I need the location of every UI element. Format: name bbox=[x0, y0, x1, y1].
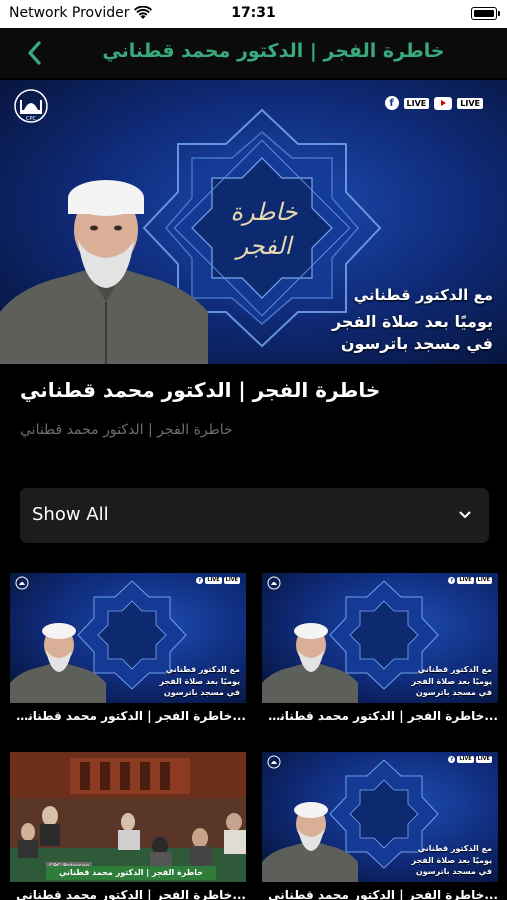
mosque-logo-icon bbox=[15, 576, 29, 590]
back-chevron-icon[interactable] bbox=[20, 36, 50, 70]
facebook-icon: f bbox=[384, 96, 399, 110]
calligraphy-line-2: الفجر bbox=[234, 232, 294, 260]
thumb-caption-3: في مسجد باترسون bbox=[163, 688, 240, 697]
mosque-logo-icon: CPC bbox=[14, 89, 48, 123]
nav-title: خاطرة الفجر | الدكتور محمد قطناني bbox=[102, 40, 445, 62]
thumb-caption-2: يوميًا بعد صلاة الفجر bbox=[159, 677, 240, 686]
youtube-icon bbox=[434, 96, 453, 110]
hero-caption-2: يوميًا بعد صلاة الفجر bbox=[331, 312, 493, 331]
filter-dropdown[interactable]: Show All bbox=[20, 488, 489, 543]
video-grid-item[interactable]: f LIVE LIVE مع الدكتور قطناني يوميًا بعد… bbox=[262, 752, 498, 900]
youtube-live-badge: LIVE bbox=[223, 577, 240, 584]
video-subtitle: خاطرة الفجر | الدكتور محمد قطناني bbox=[20, 422, 233, 438]
mosque-logo-icon bbox=[267, 576, 281, 590]
hero-caption-1: مع الدكتور قطناني bbox=[353, 286, 493, 304]
calligraphy-line-1: خاطرة bbox=[230, 198, 297, 226]
facebook-live-badge: LIVE bbox=[205, 577, 222, 584]
facebook-icon: f bbox=[448, 577, 456, 584]
video-thumbnail[interactable]: f LIVE LIVE مع الدكتور قطناني يوميًا بعد… bbox=[262, 573, 498, 703]
thumb-caption-3: في مسجد باترسون bbox=[415, 867, 492, 876]
overlay-title-bar: خاطرة الفجر | الدكتور محمد قطناني bbox=[46, 866, 216, 880]
video-title: خاطرة الفجر | الدكتور محمد قطناني bbox=[20, 378, 381, 402]
video-item-title: ...خاطرة الفجر | الدكتور محمد قطناني bbox=[268, 888, 498, 900]
facebook-icon: f bbox=[448, 756, 456, 763]
video-item-title: ...خاطرة الفجر | الدكتور محمد قطناني | ا bbox=[262, 709, 498, 723]
live-badges: f LIVE LIVE bbox=[448, 577, 492, 584]
live-badges: f LIVE LIVE bbox=[448, 756, 492, 763]
mosque-logo-icon bbox=[267, 755, 281, 769]
video-grid-item[interactable]: f LIVE LIVE مع الدكتور قطناني يوميًا بعد… bbox=[262, 573, 498, 723]
thumb-caption-2: يوميًا بعد صلاة الفجر bbox=[411, 677, 492, 686]
facebook-icon: f bbox=[196, 577, 204, 584]
facebook-live-badge: LIVE bbox=[457, 756, 474, 763]
youtube-live-badge: LIVE bbox=[475, 577, 492, 584]
video-item-title: ...خاطرة الفجر | الدكتور محمد قطناني | ا bbox=[10, 709, 246, 723]
status-bar: Network Provider 17:31 bbox=[0, 0, 507, 28]
video-item-title: ...خاطرة الفجر | الدكتور محمد قطناني bbox=[16, 888, 246, 900]
live-badges: f LIVE LIVE bbox=[384, 96, 483, 110]
calligraphy-title: خاطرة الفجر bbox=[230, 198, 297, 260]
youtube-live-badge: LIVE bbox=[457, 97, 483, 109]
thumb-caption-2: يوميًا بعد صلاة الفجر bbox=[411, 856, 492, 865]
facebook-live-badge: LIVE bbox=[403, 97, 430, 109]
battery-icon bbox=[471, 7, 500, 20]
video-thumbnail[interactable]: CPC-Paterson خاطرة الفجر | الدكتور محمد … bbox=[10, 752, 246, 882]
thumb-caption-1: مع الدكتور قطناني bbox=[165, 665, 240, 674]
chevron-down-icon bbox=[459, 511, 471, 518]
mosque-scene-overlay: CPC-Paterson خاطرة الفجر | الدكتور محمد … bbox=[10, 752, 246, 882]
filter-selected-value: Show All bbox=[32, 504, 109, 525]
thumb-caption-3: في مسجد باترسون bbox=[415, 688, 492, 697]
video-grid-item[interactable]: f LIVE LIVE مع الدكتور قطناني يوميًا بعد… bbox=[10, 573, 246, 723]
thumb-caption-1: مع الدكتور قطناني bbox=[417, 665, 492, 674]
logo-text: CPC bbox=[26, 116, 37, 122]
thumb-caption-1: مع الدكتور قطناني bbox=[417, 844, 492, 853]
hero-caption-3: في مسجد باترسون bbox=[340, 334, 493, 353]
live-badges: f LIVE LIVE bbox=[196, 577, 240, 584]
video-thumbnail[interactable]: f LIVE LIVE مع الدكتور قطناني يوميًا بعد… bbox=[10, 573, 246, 703]
video-thumbnail[interactable]: f LIVE LIVE مع الدكتور قطناني يوميًا بعد… bbox=[262, 752, 498, 882]
facebook-live-badge: LIVE bbox=[457, 577, 474, 584]
video-grid-item[interactable]: CPC-Paterson خاطرة الفجر | الدكتور محمد … bbox=[10, 752, 246, 900]
hero-video-thumbnail[interactable]: CPC f LIVE LIVE خاطرة الفجر مع الدكتور ق… bbox=[0, 80, 507, 364]
youtube-live-badge: LIVE bbox=[475, 756, 492, 763]
navigation-bar: خاطرة الفجر | الدكتور محمد قطناني bbox=[0, 28, 507, 78]
status-time: 17:31 bbox=[231, 5, 276, 21]
